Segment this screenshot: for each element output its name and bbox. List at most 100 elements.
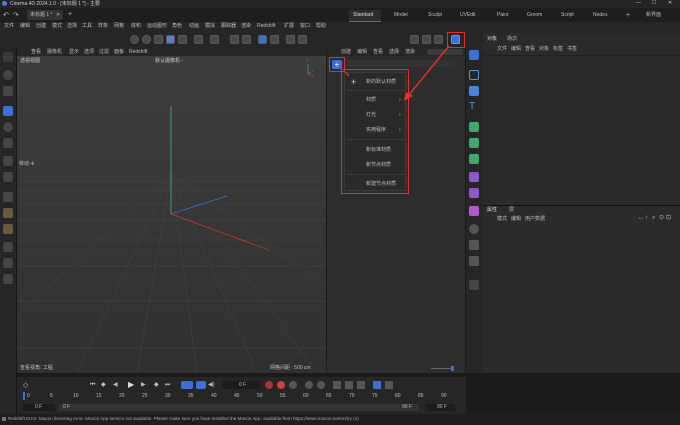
mat-search-field[interactable]: [347, 60, 455, 67]
add-tab-icon[interactable]: +: [68, 11, 72, 18]
auto-key-button[interactable]: [277, 381, 285, 389]
symmetry-icon[interactable]: [242, 35, 251, 44]
new-standard-material-item[interactable]: 新标准材质: [345, 143, 407, 157]
utility-submenu-item[interactable]: 实用程序 ›: [345, 123, 407, 137]
magnet-icon[interactable]: [230, 35, 239, 44]
menu-redshift[interactable]: Redshift: [257, 24, 275, 29]
live-select-icon[interactable]: [3, 70, 13, 80]
obj-menu-tag[interactable]: 标签: [553, 47, 563, 52]
layout-standard[interactable]: Standard: [349, 10, 381, 22]
tab-objects[interactable]: 对象: [487, 37, 497, 42]
doc-tab[interactable]: 未标题 1 * ✕: [27, 10, 63, 20]
scale-icon[interactable]: [3, 138, 13, 148]
layout-groom[interactable]: Groom: [527, 13, 542, 18]
menu-create[interactable]: 创建: [36, 24, 46, 29]
new-node-material-item[interactable]: 新节点材质: [345, 158, 407, 172]
mat-zoom-slider[interactable]: [431, 368, 453, 369]
points-mode-icon[interactable]: [154, 35, 163, 44]
menu-mode[interactable]: 模式: [52, 24, 62, 29]
vp-menu-camera[interactable]: 摄像机: [47, 50, 62, 55]
layout-script[interactable]: Script: [561, 13, 574, 18]
layout-nodes[interactable]: Nodes: [593, 13, 607, 18]
axis-lock-icon[interactable]: [298, 35, 307, 44]
tab-attributes[interactable]: 属性: [487, 208, 497, 213]
end-frame-field[interactable]: 90 F: [427, 404, 455, 411]
add-layout-icon[interactable]: +: [626, 12, 630, 19]
play-icon[interactable]: ▶: [128, 381, 134, 389]
menu-mograph[interactable]: 运动图形: [147, 24, 167, 29]
new-window-icon[interactable]: ⊡: [666, 215, 671, 221]
key-param-icon[interactable]: [317, 381, 325, 389]
menu-volume[interactable]: 体积: [131, 24, 141, 29]
vp-menu-display[interactable]: 显示: [69, 50, 79, 55]
key-position-icon[interactable]: [305, 381, 313, 389]
vp-menu-view[interactable]: 查看: [31, 50, 41, 55]
material-submenu-item[interactable]: 材质 ›: [345, 93, 407, 107]
next-key-icon[interactable]: ◆: [154, 382, 159, 388]
obj-list-area[interactable]: [483, 55, 680, 206]
start-frame-field[interactable]: 0 F: [23, 404, 55, 411]
environment-icon[interactable]: [469, 224, 479, 234]
text-icon[interactable]: T: [469, 102, 479, 112]
lock-icon[interactable]: [286, 35, 295, 44]
menu-edit[interactable]: 编辑: [20, 24, 30, 29]
sound-icon[interactable]: ◀): [208, 382, 215, 388]
object-mode-icon[interactable]: [166, 35, 175, 44]
prev-frame-icon[interactable]: ◀: [113, 382, 118, 388]
menu-select[interactable]: 选择: [67, 24, 77, 29]
vp-menu-panel[interactable]: 面板: [114, 50, 124, 55]
play-mode-button[interactable]: [196, 381, 206, 389]
mograph-cloner-icon[interactable]: [469, 138, 479, 148]
timeline-ruler[interactable]: 0 5 10 15 20 25 30 35 40 45 50 55 60 65 …: [23, 392, 453, 400]
prev-key-icon[interactable]: ◆: [101, 382, 106, 388]
key-scale-icon[interactable]: [357, 381, 365, 389]
extrude-icon[interactable]: [3, 224, 13, 234]
light-submenu-item[interactable]: 灯光 ›: [345, 108, 407, 122]
keyframe-diamond-icon[interactable]: ◇: [23, 382, 28, 389]
spline-tool-icon[interactable]: [469, 280, 479, 290]
goto-start-icon[interactable]: ⏮: [90, 382, 95, 388]
brush-icon[interactable]: [3, 242, 13, 252]
add-material-button[interactable]: +: [332, 60, 342, 69]
camera-tool-icon[interactable]: [3, 86, 13, 96]
close-button[interactable]: ✕: [668, 1, 672, 6]
effector-icon[interactable]: [469, 154, 479, 164]
new-ui-label[interactable]: 新界面: [646, 13, 661, 18]
back-arrow-icon[interactable]: ←: [638, 215, 644, 221]
loop-button[interactable]: [181, 381, 193, 389]
menu-character[interactable]: 角色: [172, 24, 182, 29]
cube-mode-icon[interactable]: [178, 35, 187, 44]
record-button[interactable]: [265, 381, 273, 389]
key-options-icon[interactable]: [289, 381, 297, 389]
next-frame-icon[interactable]: ▶: [141, 382, 146, 388]
render-icon[interactable]: [410, 35, 419, 44]
obj-menu-view[interactable]: 查看: [525, 47, 535, 52]
menu-file[interactable]: 文件: [4, 24, 14, 29]
sculpt-icon[interactable]: [3, 258, 13, 268]
close-tab-icon[interactable]: ✕: [56, 13, 60, 18]
mat-menu-view[interactable]: 查看: [373, 50, 383, 55]
layout-uvedit[interactable]: UVEdit: [460, 13, 476, 18]
mat-zoom-handle[interactable]: [451, 366, 454, 371]
obj-menu-object[interactable]: 对象: [539, 47, 549, 52]
key-pla-icon[interactable]: [373, 381, 381, 389]
new-default-material-item[interactable]: + 新的默认材质: [345, 75, 407, 89]
move-tool-icon[interactable]: [130, 35, 139, 44]
deformer-icon[interactable]: [469, 172, 479, 182]
key-point-icon[interactable]: [385, 381, 393, 389]
render-settings-icon[interactable]: [434, 35, 443, 44]
attr-menu-mode[interactable]: 模式: [497, 217, 507, 222]
key-rotate-icon[interactable]: [345, 381, 353, 389]
move-icon[interactable]: [3, 106, 13, 116]
perspective-viewport[interactable]: 透视视图 默认摄像机 ◦ Y 移动 ✣ 查看视角: 工程 网格间距 : 500 …: [17, 56, 326, 373]
field-icon[interactable]: [469, 188, 479, 198]
obj-menu-file[interactable]: 文件: [497, 47, 507, 52]
volume-icon[interactable]: [469, 206, 479, 216]
new-build-node-material-item[interactable]: 新建节点材质: [345, 177, 407, 191]
tab-layers[interactable]: 层: [509, 208, 514, 213]
paint-icon[interactable]: [3, 274, 13, 284]
camera-icon[interactable]: [469, 240, 479, 250]
content-browser-icon[interactable]: [451, 35, 460, 44]
lock-icon[interactable]: ⊙: [659, 215, 664, 221]
menu-help[interactable]: 帮助: [316, 24, 326, 29]
